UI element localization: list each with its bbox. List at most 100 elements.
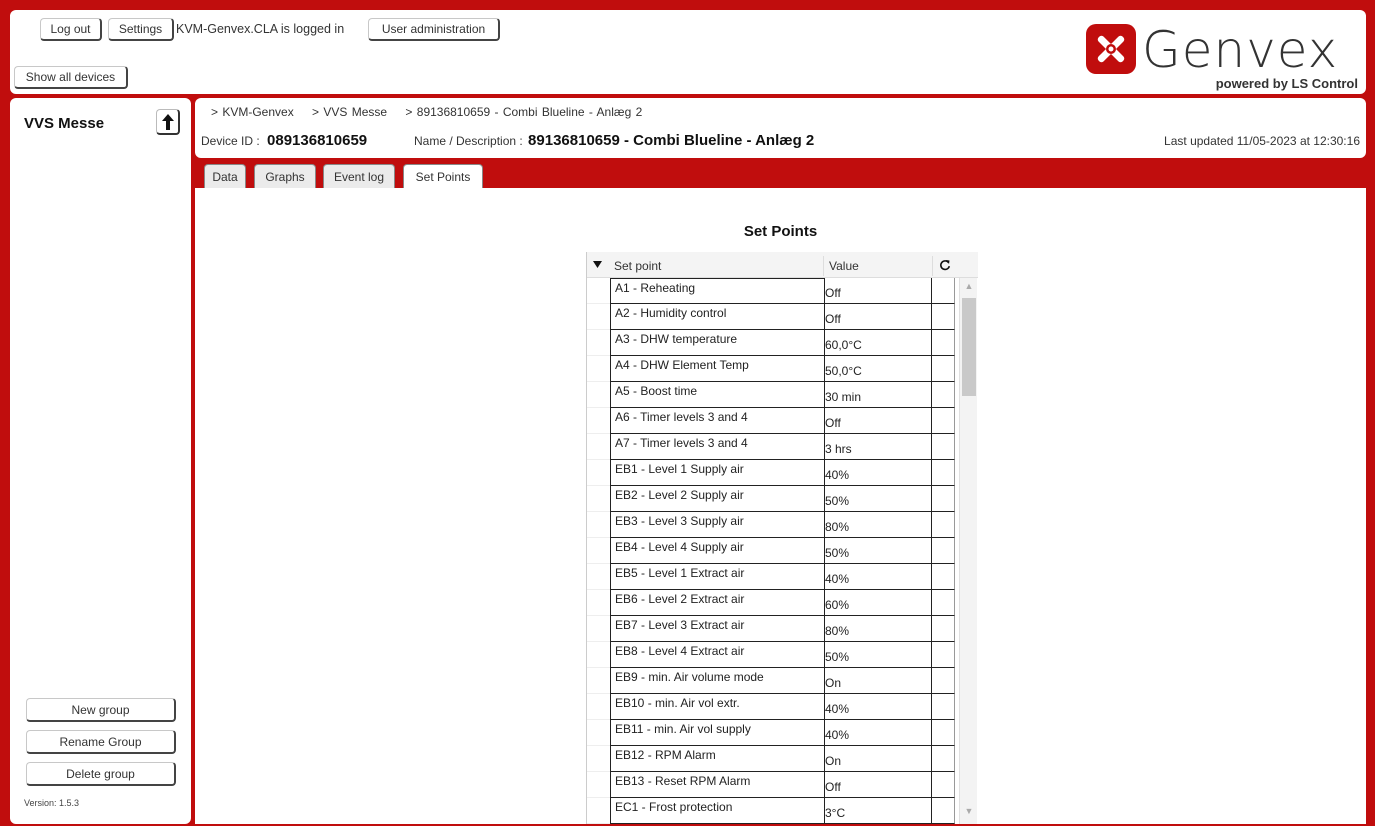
show-all-devices-button[interactable]: Show all devices	[14, 66, 128, 89]
arrow-up-icon	[161, 113, 174, 130]
scroll-down-arrow-icon[interactable]: ▼	[960, 806, 978, 816]
row-action-cell[interactable]	[932, 642, 955, 668]
row-action-cell[interactable]	[932, 668, 955, 694]
row-action-cell[interactable]	[932, 512, 955, 538]
setpoint-value-cell[interactable]: 80%	[824, 616, 932, 642]
setpoint-name-cell: A3 - DHW temperature	[610, 330, 825, 356]
table-row[interactable]: EB4 - Level 4 Supply air 50%	[587, 538, 959, 564]
table-row[interactable]: EB12 - RPM Alarm On	[587, 746, 959, 772]
table-row[interactable]: A4 - DHW Element Temp 50,0°C	[587, 356, 959, 382]
row-action-cell[interactable]	[932, 616, 955, 642]
breadcrumb: > KVM-Genvex > VVS Messe > 89136810659 -…	[211, 105, 656, 119]
logo-wordmark: Genvex	[1142, 21, 1339, 79]
setpoint-value-cell[interactable]: Off	[824, 408, 932, 434]
setpoint-value-cell[interactable]: 30 min	[824, 382, 932, 408]
genvex-logo: Genvex powered by LS Control	[1086, 20, 1358, 91]
setpoint-value-cell[interactable]: Off	[824, 772, 932, 798]
table-row[interactable]: A2 - Humidity control Off	[587, 304, 959, 330]
setpoint-value-cell[interactable]: 50%	[824, 538, 932, 564]
tab-set-points[interactable]: Set Points	[403, 164, 483, 189]
table-row[interactable]: EB1 - Level 1 Supply air 40%	[587, 460, 959, 486]
new-group-button[interactable]: New group	[26, 698, 176, 722]
setpoint-value-cell[interactable]: 60,0°C	[824, 330, 932, 356]
group-title: VVS Messe	[24, 115, 105, 132]
sort-down-icon[interactable]	[593, 261, 602, 268]
table-row[interactable]: EB10 - min. Air vol extr. 40%	[587, 694, 959, 720]
table-row[interactable]: EB9 - min. Air volume mode On	[587, 668, 959, 694]
row-action-cell[interactable]	[932, 408, 955, 434]
setpoint-value-cell[interactable]: 40%	[824, 694, 932, 720]
scrollbar-thumb[interactable]	[962, 298, 976, 396]
breadcrumb-item[interactable]: > VVS Messe	[312, 105, 387, 119]
column-header-set-point[interactable]: Set point	[614, 259, 661, 273]
device-info-panel: > KVM-Genvex > VVS Messe > 89136810659 -…	[195, 98, 1366, 158]
table-row[interactable]: A5 - Boost time 30 min	[587, 382, 959, 408]
settings-button[interactable]: Settings	[108, 18, 174, 41]
rename-group-button[interactable]: Rename Group	[26, 730, 176, 754]
table-row[interactable]: EB3 - Level 3 Supply air 80%	[587, 512, 959, 538]
set-points-table: Set point Value A1 - Reheating Off A2 - Hu…	[586, 252, 978, 824]
setpoint-value-cell[interactable]: Off	[824, 278, 932, 304]
table-row[interactable]: A3 - DHW temperature 60,0°C	[587, 330, 959, 356]
setpoint-value-cell[interactable]: 40%	[824, 460, 932, 486]
breadcrumb-item[interactable]: > KVM-Genvex	[211, 105, 294, 119]
table-row[interactable]: EB13 - Reset RPM Alarm Off	[587, 772, 959, 798]
row-action-cell[interactable]	[932, 590, 955, 616]
row-action-cell[interactable]	[932, 356, 955, 382]
setpoint-value-cell[interactable]: On	[824, 668, 932, 694]
setpoint-name-cell: A6 - Timer levels 3 and 4	[610, 408, 825, 434]
setpoint-value-cell[interactable]: 40%	[824, 720, 932, 746]
refresh-icon[interactable]	[939, 259, 951, 271]
logout-button[interactable]: Log out	[40, 18, 102, 41]
table-scrollbar[interactable]: ▲ ▼	[959, 278, 977, 824]
setpoint-name-cell: EB7 - Level 3 Extract air	[610, 616, 825, 642]
setpoint-value-cell[interactable]: 50%	[824, 486, 932, 512]
row-action-cell[interactable]	[932, 486, 955, 512]
version-text: Version: 1.5.3	[24, 798, 80, 808]
table-row[interactable]: EB5 - Level 1 Extract air 40%	[587, 564, 959, 590]
tab-data[interactable]: Data	[204, 164, 246, 188]
row-selector-cell	[587, 434, 610, 460]
tab-event-log[interactable]: Event log	[323, 164, 395, 188]
setpoint-value-cell[interactable]: On	[824, 746, 932, 772]
row-action-cell[interactable]	[932, 798, 955, 824]
row-action-cell[interactable]	[932, 720, 955, 746]
setpoint-value-cell[interactable]: 50%	[824, 642, 932, 668]
table-row[interactable]: EC1 - Frost protection 3°C	[587, 798, 959, 824]
table-row[interactable]: A1 - Reheating Off	[587, 278, 959, 304]
table-row[interactable]: EB2 - Level 2 Supply air 50%	[587, 486, 959, 512]
setpoint-value-cell[interactable]: 60%	[824, 590, 932, 616]
row-action-cell[interactable]	[932, 772, 955, 798]
row-action-cell[interactable]	[932, 278, 955, 304]
setpoint-value-cell[interactable]: 50,0°C	[824, 356, 932, 382]
row-action-cell[interactable]	[932, 382, 955, 408]
set-points-title: Set Points	[743, 223, 818, 240]
table-row[interactable]: EB8 - Level 4 Extract air 50%	[587, 642, 959, 668]
row-action-cell[interactable]	[932, 694, 955, 720]
setpoint-value-cell[interactable]: 3 hrs	[824, 434, 932, 460]
row-action-cell[interactable]	[932, 304, 955, 330]
table-row[interactable]: A7 - Timer levels 3 and 43 hrs	[587, 434, 959, 460]
row-action-cell[interactable]	[932, 330, 955, 356]
row-action-cell[interactable]	[932, 746, 955, 772]
setpoint-value-cell[interactable]: 3°C	[824, 798, 932, 824]
table-row[interactable]: A6 - Timer levels 3 and 4 Off	[587, 408, 959, 434]
setpoint-value-cell[interactable]: 40%	[824, 564, 932, 590]
scroll-up-arrow-icon[interactable]: ▲	[960, 281, 978, 291]
tab-graphs[interactable]: Graphs	[254, 164, 316, 188]
setpoint-value-cell[interactable]: Off	[824, 304, 932, 330]
row-action-cell[interactable]	[932, 564, 955, 590]
user-administration-button[interactable]: User administration	[368, 18, 500, 41]
table-row[interactable]: EB6 - Level 2 Extract air 60%	[587, 590, 959, 616]
table-row[interactable]: EB11 - min. Air vol supply 40%	[587, 720, 959, 746]
row-action-cell[interactable]	[932, 538, 955, 564]
setpoint-value-cell[interactable]: 80%	[824, 512, 932, 538]
breadcrumb-item[interactable]: > 89136810659 - Combi Blueline - Anlæg 2	[405, 105, 642, 119]
table-row[interactable]: EB7 - Level 3 Extract air 80%	[587, 616, 959, 642]
row-action-cell[interactable]	[932, 460, 955, 486]
row-selector-cell	[587, 616, 610, 642]
delete-group-button[interactable]: Delete group	[26, 762, 176, 786]
row-action-cell[interactable]	[932, 434, 955, 460]
column-header-value[interactable]: Value	[829, 259, 859, 273]
group-up-button[interactable]	[156, 109, 180, 135]
